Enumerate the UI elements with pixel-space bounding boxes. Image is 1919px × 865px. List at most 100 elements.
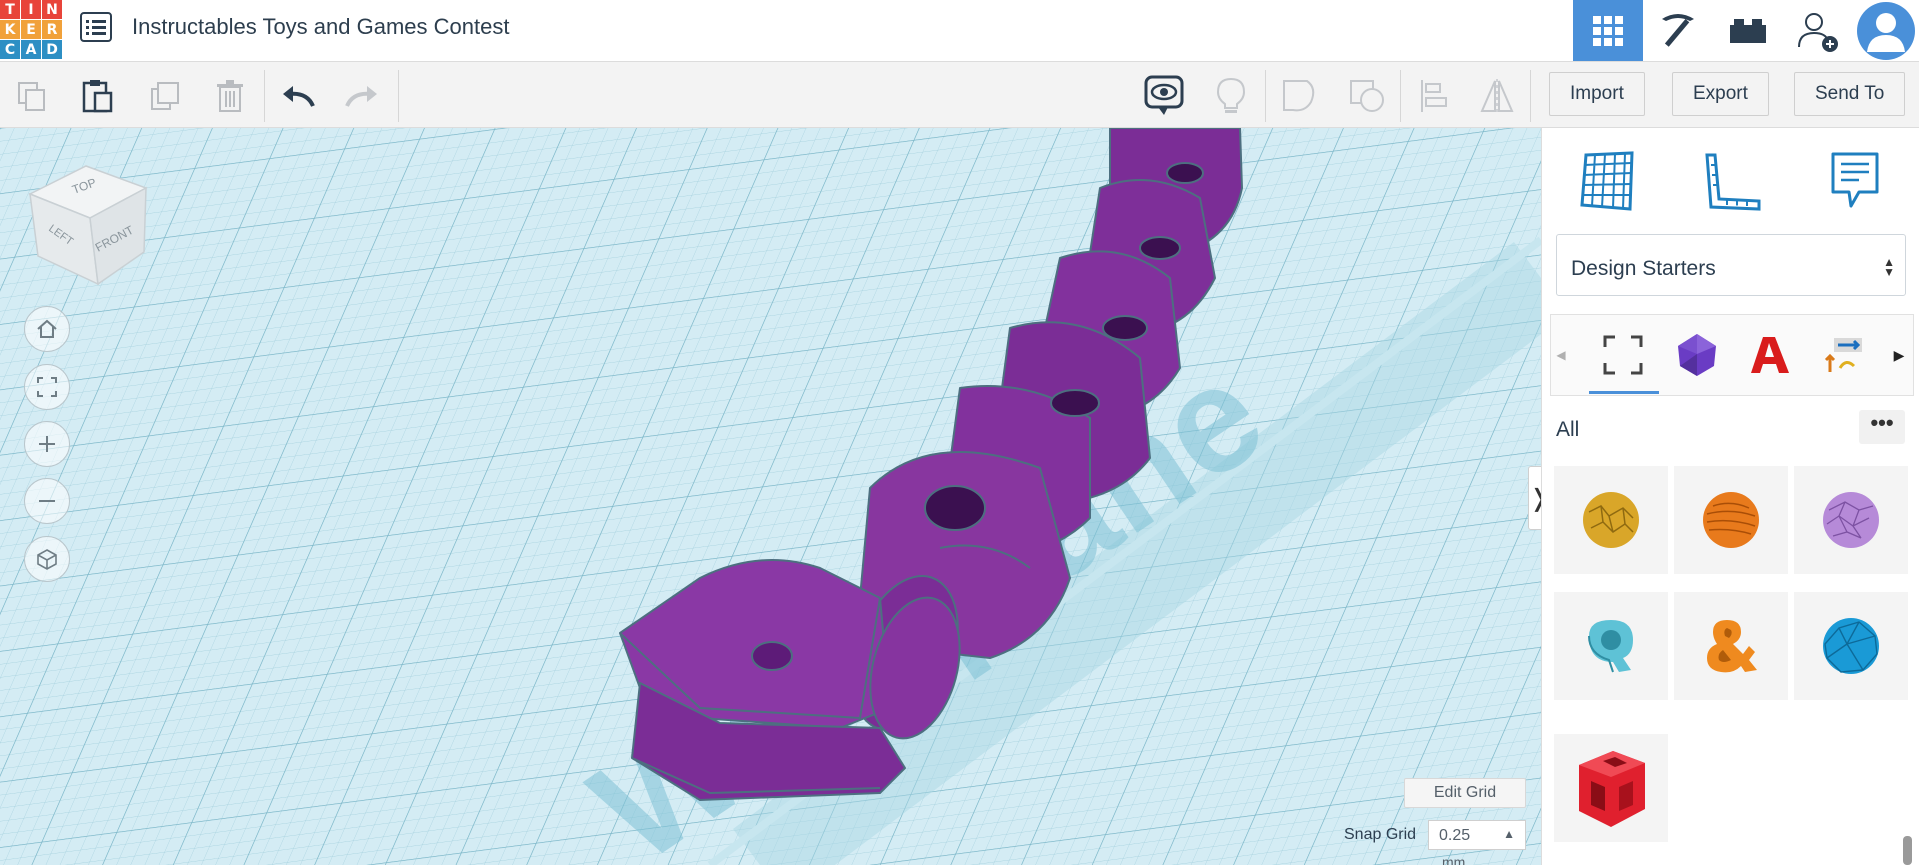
logo-letter: A <box>21 40 41 59</box>
undo-button[interactable] <box>276 74 320 118</box>
shape-red-cube-frame[interactable] <box>1554 734 1668 842</box>
pickaxe-icon <box>1662 13 1694 47</box>
home-icon <box>37 319 57 338</box>
snap-grid-value: 0.25 <box>1439 827 1471 844</box>
duplicate-button[interactable] <box>143 74 187 118</box>
category-strip: ◀ ▶ <box>1550 314 1914 396</box>
brick-icon <box>1730 18 1766 43</box>
shape-orange-textured-sphere[interactable] <box>1674 466 1788 574</box>
shape-orange-ampersand[interactable] <box>1674 592 1788 700</box>
avatar-icon <box>1857 1 1915 60</box>
category-title: All <box>1556 418 1580 441</box>
category-basic-shapes[interactable] <box>1667 325 1727 385</box>
edit-grid-button[interactable]: Edit Grid <box>1404 778 1526 808</box>
faceted-sphere-icon <box>1823 618 1879 674</box>
copy-icon <box>18 82 45 111</box>
logo-letter: E <box>21 20 41 39</box>
perspective-button[interactable] <box>24 536 70 582</box>
copy-button[interactable] <box>10 74 54 118</box>
letter-q-icon <box>1588 620 1633 673</box>
align-button[interactable] <box>1412 74 1456 118</box>
lightbulb-icon <box>1216 77 1246 113</box>
paste-button[interactable] <box>75 74 119 118</box>
ampersand-icon <box>1707 620 1757 673</box>
ruler-tool-button[interactable] <box>1696 146 1766 216</box>
plus-icon <box>39 436 55 452</box>
tinkercad-app: TIN KER CAD Instructables Toys and Games C… <box>0 0 1919 865</box>
logo-letter: T <box>0 0 20 19</box>
workplane-scene: Workplane <box>0 128 1541 865</box>
account-button[interactable] <box>1853 0 1919 61</box>
zoom-out-button[interactable] <box>24 478 70 524</box>
import-button[interactable]: Import <box>1549 72 1645 116</box>
delete-button[interactable] <box>208 74 252 118</box>
textured-sphere-icon <box>1703 492 1759 548</box>
cube-frame-icon <box>1579 751 1645 827</box>
top-bar: TIN KER CAD Instructables Toys and Games C… <box>0 0 1919 62</box>
undo-icon <box>283 86 315 107</box>
invite-user-button[interactable] <box>1783 0 1853 61</box>
category-connectors[interactable] <box>1813 325 1873 385</box>
letter-a-icon <box>1751 337 1789 373</box>
workplane-canvas[interactable]: Workplane <box>0 128 1541 865</box>
3d-design-view-button[interactable] <box>1573 0 1643 61</box>
redo-icon <box>345 86 377 107</box>
bricks-view-button[interactable] <box>1713 0 1783 61</box>
clipboard-icon <box>82 80 113 113</box>
category-all[interactable] <box>1593 325 1653 385</box>
shape-blue-faceted-sphere[interactable] <box>1794 592 1908 700</box>
notes-tool-button[interactable] <box>1820 146 1890 216</box>
tinkercad-logo[interactable]: TIN KER CAD <box>0 0 62 59</box>
textured-sphere-icon <box>1583 492 1639 548</box>
group-button[interactable] <box>1278 74 1322 118</box>
minus-icon <box>39 500 55 502</box>
fit-view-button[interactable] <box>24 364 70 410</box>
redo-button[interactable] <box>340 74 384 118</box>
group-icon <box>1283 80 1315 112</box>
polyhedron-icon <box>1678 334 1716 376</box>
textured-sphere-icon <box>1823 492 1879 548</box>
grid-icon <box>1593 15 1623 46</box>
tips-button[interactable] <box>1209 74 1253 118</box>
home-view-button[interactable] <box>24 306 70 352</box>
shape-purple-textured-sphere[interactable] <box>1794 466 1908 574</box>
mirror-button[interactable] <box>1475 74 1519 118</box>
shape-library-select[interactable]: Design Starters ▲ ▼ <box>1556 234 1906 296</box>
snap-grid-label: Snap Grid <box>1344 826 1417 843</box>
logo-letter: N <box>42 0 62 19</box>
shape-cyan-letter-q[interactable] <box>1554 592 1668 700</box>
category-text[interactable] <box>1741 325 1801 385</box>
send-to-button[interactable]: Send To <box>1794 72 1906 116</box>
shape-yellow-textured-sphere[interactable] <box>1554 466 1668 574</box>
align-icon <box>1421 80 1447 112</box>
notes-visibility-button[interactable] <box>1142 74 1186 118</box>
scroll-left-icon[interactable]: ◀ <box>1549 325 1573 385</box>
workplane-grid-icon <box>1580 151 1634 211</box>
trash-icon <box>217 80 243 112</box>
edit-toolbar: Import Export Send To <box>0 62 1919 128</box>
more-options-button[interactable]: ••• <box>1859 410 1905 444</box>
codeblocks-view-button[interactable] <box>1643 0 1713 61</box>
duplicate-icon <box>151 82 179 110</box>
select-frame-icon <box>1603 335 1643 375</box>
design-list-icon[interactable] <box>80 12 112 42</box>
snap-grid-select[interactable]: 0.25 ▲ <box>1428 820 1526 850</box>
design-title[interactable]: Instructables Toys and Games Contest <box>132 14 509 40</box>
scroll-right-icon[interactable]: ▶ <box>1887 325 1911 385</box>
eye-speech-icon <box>1144 75 1184 115</box>
zoom-in-button[interactable] <box>24 421 70 467</box>
ruler-icon <box>1705 153 1761 211</box>
workplane-tool-button[interactable] <box>1572 146 1642 216</box>
caret-up-icon: ▲ <box>1503 827 1515 841</box>
ungroup-button[interactable] <box>1345 74 1389 118</box>
note-icon <box>1831 152 1879 208</box>
cube-icon <box>37 549 57 570</box>
shape-library-value: Design Starters <box>1571 257 1716 280</box>
export-button[interactable]: Export <box>1672 72 1769 116</box>
logo-letter: R <box>42 20 62 39</box>
panel-scrollbar[interactable] <box>1903 836 1912 865</box>
mirror-icon <box>1480 79 1514 113</box>
snap-grid-unit: mm <box>1442 854 1466 865</box>
logo-letter: I <box>21 0 41 19</box>
logo-letter: D <box>42 40 62 59</box>
